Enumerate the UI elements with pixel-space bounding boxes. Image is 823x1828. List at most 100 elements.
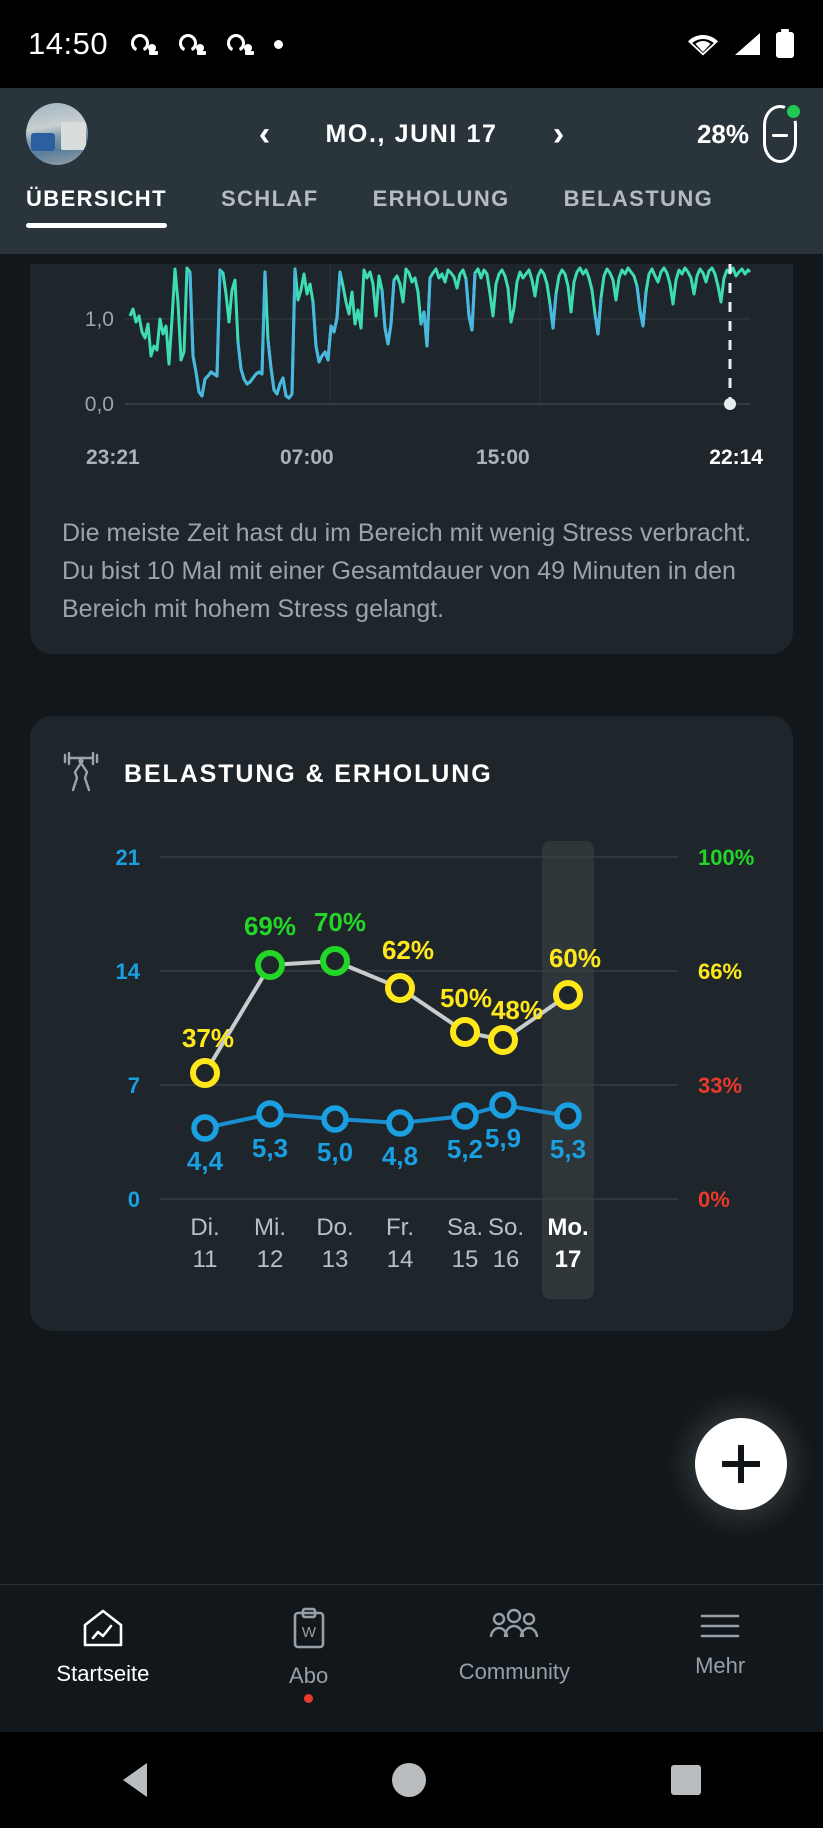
signal-icon	[735, 33, 760, 55]
stress-description: Die meiste Zeit hast du im Bereich mit w…	[62, 519, 752, 623]
clipboard-w-icon: W	[293, 1607, 324, 1649]
recovery-label-0: 37%	[182, 1023, 234, 1053]
recovery-label-5: 48%	[491, 995, 543, 1025]
recovery-label-2: 70%	[314, 907, 366, 937]
nav-mehr[interactable]: Mehr	[617, 1607, 823, 1679]
load-recovery-header: BELASTUNG & ERHOLUNG	[30, 748, 793, 801]
svg-text:0: 0	[128, 1187, 140, 1212]
nav-mehr-label: Mehr	[695, 1653, 746, 1678]
load-recovery-chart: 21 14 7 0 100% 66% 33% 0% 37% 69% 70% 62…	[30, 835, 793, 1305]
load-recovery-chart-svg: 21 14 7 0 100% 66% 33% 0% 37% 69% 70% 62…	[116, 841, 754, 1299]
device-connected-dot-icon	[784, 102, 803, 121]
stress-chart: 1,0 0,0	[30, 264, 793, 432]
battery-icon	[776, 29, 794, 58]
app-header: ‹ MO., JUNI 17 › 28%	[0, 88, 823, 180]
day-label-5: So.	[488, 1214, 524, 1241]
svg-text:0,0: 0,0	[85, 393, 114, 416]
svg-text:7: 7	[128, 1073, 140, 1098]
svg-text:33%: 33%	[698, 1073, 742, 1098]
back-icon[interactable]	[122, 1763, 147, 1797]
day-date-5: 16	[493, 1246, 520, 1273]
previous-day-button[interactable]: ‹	[247, 117, 281, 151]
add-button[interactable]	[695, 1418, 787, 1510]
avatar[interactable]	[26, 103, 88, 165]
recovery-label-4: 50%	[440, 983, 492, 1013]
home-icon[interactable]	[391, 1763, 426, 1797]
status-bar-time: 14:50	[28, 26, 109, 61]
svg-text:1,0: 1,0	[85, 308, 114, 331]
load-label-4: 5,2	[447, 1134, 483, 1164]
tab-uebersicht[interactable]: ÜBERSICHT	[26, 180, 167, 228]
svg-text:0%: 0%	[698, 1187, 730, 1212]
main-content: 1,0 0,0 23:21 07:00 15:00 22:14 Die meis…	[0, 254, 823, 1584]
notification-dot-icon	[274, 39, 284, 49]
stress-x-axis: 23:21 07:00 15:00 22:14	[58, 446, 765, 480]
recovery-label-3: 62%	[382, 935, 434, 965]
tab-bar: ÜBERSICHT SCHLAF ERHOLUNG BELASTUNG	[0, 180, 823, 254]
watch-icon	[763, 102, 803, 163]
load-label-3: 4,8	[382, 1141, 418, 1171]
status-bar-system-icons	[687, 29, 795, 59]
battery-percent-label: 28%	[696, 118, 749, 149]
tab-erholung[interactable]: ERHOLUNG	[373, 180, 510, 212]
load-label-6: 5,3	[550, 1134, 586, 1164]
stress-chart-svg: 1,0 0,0	[85, 264, 752, 416]
load-recovery-title: BELASTUNG & ERHOLUNG	[124, 760, 493, 788]
tab-belastung[interactable]: BELASTUNG	[564, 180, 714, 212]
device-battery-indicator[interactable]: 28%	[696, 102, 803, 163]
nav-abo-label: Abo	[289, 1663, 329, 1688]
discord-icon	[179, 34, 207, 55]
day-label-1: Mi.	[254, 1214, 286, 1241]
svg-text:100%: 100%	[698, 845, 754, 870]
next-day-button[interactable]: ›	[542, 117, 576, 151]
svg-text:W: W	[302, 1624, 317, 1641]
wifi-icon	[688, 35, 718, 56]
tab-schlaf[interactable]: SCHLAF	[221, 180, 319, 212]
app-screen: 14:50 ‹ MO., JUNI 17 › 28% ÜBERSICHT SCH…	[0, 0, 823, 1828]
stress-xtick-3: 22:14	[709, 446, 763, 469]
load-recovery-card: BELASTUNG & ERHOLUNG 21 14 7 0 100% 66% …	[30, 716, 793, 1331]
day-date-6: 17	[555, 1246, 582, 1273]
nav-startseite[interactable]: Startseite	[0, 1607, 206, 1687]
day-label-0: Di.	[190, 1214, 219, 1241]
nav-community-label: Community	[458, 1659, 570, 1684]
day-label-4: Sa.	[447, 1214, 483, 1241]
load-label-5: 5,9	[485, 1123, 521, 1153]
day-label-3: Fr.	[386, 1214, 414, 1241]
home-chart-icon	[83, 1609, 123, 1647]
status-bar: 14:50	[0, 0, 823, 88]
svg-text:14: 14	[116, 959, 141, 984]
day-date-4: 15	[452, 1246, 479, 1273]
day-date-3: 14	[387, 1246, 414, 1273]
stress-xtick-2: 15:00	[476, 446, 530, 469]
load-label-1: 5,3	[252, 1133, 288, 1163]
discord-icon	[131, 34, 159, 55]
svg-text:21: 21	[116, 845, 140, 870]
recovery-label-1: 69%	[244, 911, 296, 941]
svg-text:66%: 66%	[698, 959, 742, 984]
bottom-navigation: Startseite W Abo Community Mehr	[0, 1584, 823, 1732]
hamburger-icon	[700, 1614, 740, 1638]
load-label-0: 4,4	[187, 1146, 224, 1176]
day-date-1: 12	[257, 1246, 284, 1273]
weightlifter-icon	[60, 748, 102, 801]
nav-community[interactable]: Community	[412, 1607, 618, 1685]
current-date-label: MO., JUNI 17	[325, 119, 498, 148]
day-label-2: Do.	[316, 1214, 353, 1241]
android-navigation-bar	[0, 1732, 823, 1828]
day-date-2: 13	[322, 1246, 349, 1273]
day-label-6: Mo.	[547, 1214, 588, 1241]
nav-startseite-label: Startseite	[56, 1661, 150, 1686]
stress-xtick-1: 07:00	[280, 446, 334, 469]
discord-icon	[227, 34, 255, 55]
status-bar-notifications	[130, 32, 284, 56]
recents-icon[interactable]	[670, 1765, 701, 1795]
people-icon	[490, 1608, 539, 1638]
nav-abo[interactable]: W Abo	[206, 1607, 412, 1703]
day-date-0: 11	[193, 1246, 218, 1273]
stress-card: 1,0 0,0 23:21 07:00 15:00 22:14 Die meis…	[30, 264, 793, 654]
load-label-2: 5,0	[317, 1137, 353, 1167]
stress-xtick-0: 23:21	[86, 446, 140, 469]
abo-badge-dot-icon	[304, 1694, 314, 1703]
recovery-label-6: 60%	[549, 943, 601, 973]
